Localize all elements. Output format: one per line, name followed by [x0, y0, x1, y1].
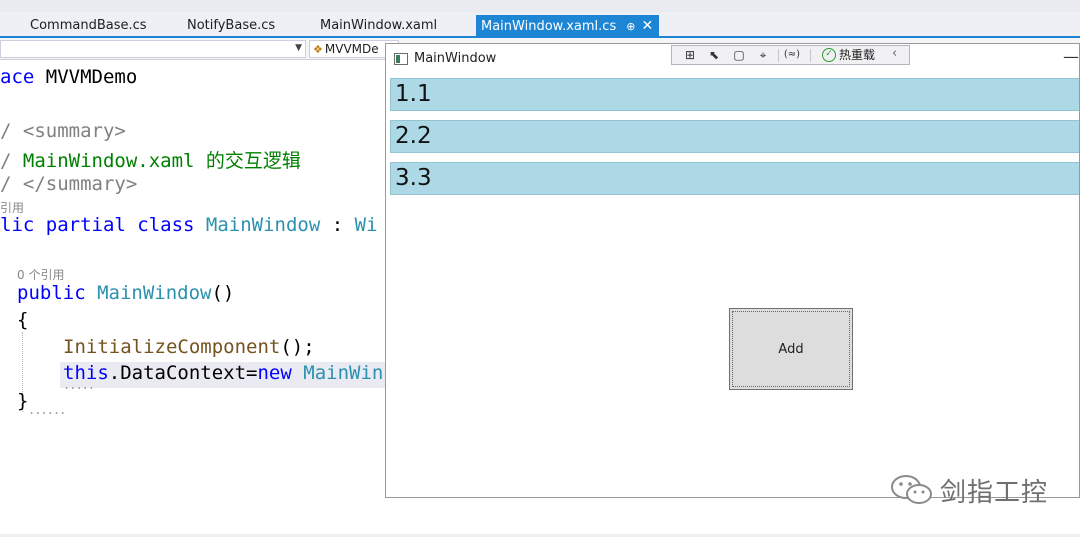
list-item[interactable]: 1.1: [390, 78, 1079, 111]
check-circle-icon: ✓: [822, 48, 836, 62]
chevron-down-icon[interactable]: ▼: [295, 43, 302, 53]
select-element-icon[interactable]: ⊞: [681, 47, 699, 63]
member-dropdown-value: MVVMDe: [324, 42, 379, 56]
doc-comment: MainWindow.xaml 的交互逻辑: [22, 150, 301, 172]
tab-mainwindow-xaml-cs[interactable]: MainWindow.xaml.cs ⊕ ✕: [476, 15, 660, 38]
minimize-button[interactable]: —: [1063, 47, 1079, 66]
code-line-brace-close: }: [17, 390, 29, 412]
ctor-name: MainWindow: [85, 282, 212, 304]
type-dropdown[interactable]: ▼: [0, 40, 306, 58]
class-icon: ❖: [313, 43, 323, 56]
window-title: MainWindow: [414, 51, 497, 66]
wpf-main-window[interactable]: MainWindow — ⊞ ⬉ ▢ ⌖ (≈) ✓ 热重载 ‹ 1.1 2.2…: [385, 43, 1080, 498]
code-line-datacontext: this.DataContext=new MainWin: [63, 362, 383, 384]
keyword: public: [17, 282, 86, 304]
code-editor[interactable]: ace MVVMDemo / <summary> / MainWindow.xa…: [0, 60, 400, 537]
keyword: lic partial class: [0, 214, 195, 236]
wechat-icon: [891, 475, 932, 504]
call-parens: ();: [280, 336, 315, 358]
member-access: .DataContext=: [108, 362, 258, 384]
xaml-debug-toolbar: ⊞ ⬉ ▢ ⌖ (≈) ✓ 热重载 ‹: [671, 45, 910, 65]
colon: :: [320, 214, 355, 236]
suggestion-dots: .....: [63, 378, 95, 392]
doc-slash: /: [0, 150, 23, 172]
hot-reload-button[interactable]: 热重载: [839, 47, 875, 63]
close-icon[interactable]: ✕: [641, 15, 653, 37]
app-window-icon: [394, 53, 408, 65]
tab-notifybase[interactable]: NotifyBase.cs: [187, 15, 275, 37]
keyword: new: [257, 362, 292, 384]
add-button-label: Add: [778, 341, 804, 357]
pointer-icon[interactable]: ⬉: [705, 47, 723, 63]
base-class-name: Wi: [354, 214, 378, 236]
code-line-class-decl: lic partial class MainWindow : Wi: [0, 214, 378, 236]
code-line-initialize: InitializeComponent();: [63, 336, 315, 358]
editor-tab-strip: CommandBase.cs NotifyBase.cs MainWindow.…: [0, 0, 1080, 38]
tab-strip-top: [0, 0, 1080, 12]
chevron-left-icon[interactable]: ‹: [892, 46, 897, 61]
tab-mainwindow-xaml[interactable]: MainWindow.xaml: [320, 15, 437, 37]
doc-slash: /: [0, 120, 23, 142]
binding-icon[interactable]: (≈): [783, 47, 801, 63]
add-button[interactable]: Add: [729, 308, 853, 390]
frame-icon[interactable]: ▢: [730, 47, 748, 63]
class-name: MainWindow: [194, 214, 321, 236]
namespace-name: MVVMDemo: [34, 66, 138, 88]
code-line-ctor-decl: public MainWindow(): [17, 282, 234, 304]
tab-commandbase[interactable]: CommandBase.cs: [30, 15, 147, 37]
code-line-namespace: ace MVVMDemo: [0, 66, 137, 88]
list-item[interactable]: 3.3: [390, 162, 1079, 195]
watermark: 剑指工控: [890, 470, 1060, 510]
keyword: ace: [0, 66, 35, 88]
layout-adorner-icon[interactable]: ⌖: [754, 47, 772, 63]
pin-icon[interactable]: ⊕: [626, 16, 635, 38]
window-title-bar[interactable]: MainWindow — ⊞ ⬉ ▢ ⌖ (≈) ✓ 热重载 ‹: [386, 44, 1079, 74]
type-name: MainWin: [291, 362, 384, 384]
toolbar-separator: [778, 49, 779, 62]
doc-tag: </summary>: [22, 173, 138, 195]
tab-label: MainWindow.xaml.cs: [481, 19, 617, 34]
list-item[interactable]: 2.2: [390, 120, 1079, 153]
code-line-doc-summary-close: / </summary>: [0, 173, 137, 195]
method-name: InitializeComponent: [63, 336, 281, 358]
doc-slash: /: [0, 173, 23, 195]
codelens-ctor-references[interactable]: 0 个引用: [17, 266, 64, 283]
code-line-brace-open: {: [17, 309, 29, 331]
watermark-text: 剑指工控: [940, 478, 1049, 508]
code-line-doc-text: / MainWindow.xaml 的交互逻辑: [0, 146, 301, 173]
parens: (): [211, 282, 235, 304]
doc-tag: <summary>: [22, 120, 126, 142]
suggestion-dots: ......: [28, 403, 66, 417]
toolbar-separator: [810, 49, 811, 62]
code-line-doc-summary-open: / <summary>: [0, 120, 126, 142]
